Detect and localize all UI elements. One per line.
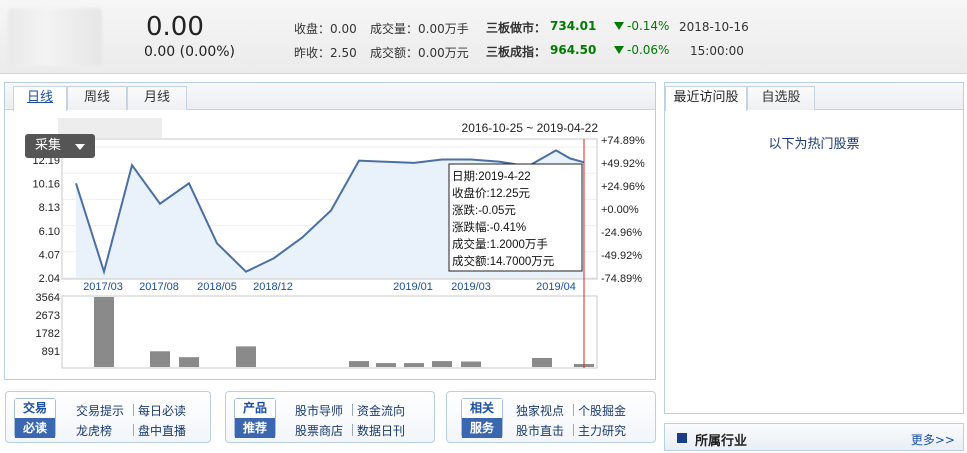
- tooltip-line: 收盘价:12.25元: [452, 186, 530, 200]
- link-separator: [352, 404, 353, 416]
- date-range-label: 2016-10-25 ~ 2019-04-22: [462, 121, 599, 135]
- tooltip-line: 涨跌幅:-0.41%: [452, 220, 526, 234]
- y-axis-label-right: +49.92%: [601, 158, 645, 170]
- volume-axis-label: 891: [42, 346, 60, 358]
- y-axis-label-left: 4.07: [39, 249, 60, 261]
- product-links-box: 产品 推荐 股市导师 资金流向 股票商店 数据日刊: [225, 391, 435, 443]
- volume-bar: [461, 361, 481, 367]
- link-separator: [133, 424, 134, 436]
- link-stock-mentor[interactable]: 股市导师: [295, 402, 343, 419]
- collect-button-label: 采集: [35, 138, 62, 153]
- x-axis-label: 2019/03: [451, 281, 491, 293]
- x-axis-label: 2017/08: [139, 281, 179, 293]
- volume-bar: [150, 351, 170, 367]
- link-separator: [573, 424, 574, 436]
- link-data-daily[interactable]: 数据日刊: [357, 422, 405, 439]
- product-badge-bottom: 推荐: [235, 418, 275, 438]
- link-separator: [573, 404, 574, 416]
- x-axis-label: 2018/12: [253, 281, 293, 293]
- link-stock-mining[interactable]: 个股掘金: [578, 402, 626, 419]
- collect-button[interactable]: 采集: [25, 134, 95, 158]
- x-axis-label: 2017/03: [83, 281, 123, 293]
- service-links-box: 相关 服务 独家视点 个股掘金 股市直击 主力研究: [446, 391, 656, 443]
- link-separator: [352, 424, 353, 436]
- volume-axis-label: 2673: [36, 310, 60, 322]
- tooltip-line: 涨跌:-0.05元: [452, 203, 516, 217]
- y-axis-label-left: 10.16: [32, 179, 60, 191]
- y-axis-label-left: 8.13: [39, 202, 60, 214]
- industry-header: 所属行业 更多>>: [664, 423, 964, 451]
- link-fund-flow[interactable]: 资金流向: [357, 402, 405, 419]
- tooltip-line: 日期:2019-4-22: [452, 170, 531, 183]
- tooltip-line: 成交额:14.7000万元: [452, 254, 555, 268]
- data-tooltip: 日期:2019-4-22 收盘价:12.25元涨跌:-0.05元涨跌幅:-0.41…: [448, 163, 583, 272]
- link-daily-must-read[interactable]: 每日必读: [138, 402, 186, 419]
- volume-bar: [532, 357, 552, 367]
- service-badge-top: 相关: [462, 399, 502, 418]
- y-axis-label-left: 6.10: [39, 226, 60, 238]
- volume-bar: [236, 346, 256, 367]
- link-stock-store[interactable]: 股票商店: [295, 422, 343, 439]
- volume-bar: [376, 363, 396, 367]
- link-trade-tips[interactable]: 交易提示: [76, 402, 124, 419]
- y-axis-label-right: +0.00%: [601, 204, 639, 216]
- link-market-live[interactable]: 股市直击: [516, 422, 564, 439]
- stock-list-panel: 最近访问股 自选股 以下为热门股票: [664, 82, 964, 414]
- volume-bar: [94, 297, 114, 367]
- volume-bar: [404, 363, 424, 367]
- volume-bar: [349, 361, 369, 367]
- y-axis-label-right: -74.89%: [601, 273, 642, 285]
- product-badge-top: 产品: [235, 399, 275, 418]
- y-axis-label-left: 2.04: [39, 273, 60, 285]
- service-badge-bottom: 服务: [462, 418, 502, 438]
- y-axis-label-right: -49.92%: [601, 250, 642, 262]
- x-axis-label: 2018/05: [197, 281, 237, 293]
- trade-links-box: 交易 必读 交易提示 每日必读 龙虎榜 盘中直播: [5, 391, 211, 443]
- volume-bar: [179, 357, 199, 367]
- volume-axis-label: 1782: [36, 328, 60, 340]
- y-axis-label-right: +24.96%: [601, 181, 645, 193]
- trade-badge-bottom: 必读: [15, 418, 55, 438]
- y-axis-label-right: -24.96%: [601, 227, 642, 239]
- more-link[interactable]: 更多>>: [911, 431, 955, 448]
- tab-recent-stocks[interactable]: 最近访问股: [665, 86, 747, 111]
- y-axis-label-right: +74.89%: [601, 135, 645, 147]
- product-badge: 产品 推荐: [234, 398, 276, 438]
- x-axis-label: 2019/04: [536, 281, 576, 293]
- link-dragon-tiger[interactable]: 龙虎榜: [76, 422, 112, 439]
- trade-badge-top: 交易: [15, 399, 55, 418]
- link-main-research[interactable]: 主力研究: [578, 422, 626, 439]
- industry-title: 所属行业: [695, 434, 748, 449]
- square-bullet-icon: [677, 433, 687, 443]
- link-separator: [133, 404, 134, 416]
- trade-badge: 交易 必读: [14, 398, 56, 438]
- stock-list-tabbar: 最近访问股 自选股: [665, 83, 963, 111]
- volume-bar: [432, 361, 452, 367]
- service-badge: 相关 服务: [461, 398, 503, 438]
- volume-plot-frame: [61, 295, 598, 369]
- link-exclusive-view[interactable]: 独家视点: [516, 402, 564, 419]
- hot-stocks-label: 以下为热门股票: [768, 137, 860, 152]
- x-axis-label: 2019/01: [393, 281, 433, 293]
- caret-down-icon: [75, 144, 85, 150]
- link-live-market[interactable]: 盘中直播: [138, 422, 186, 439]
- tooltip-line: 成交量:1.2000万手: [452, 237, 548, 251]
- tab-watchlist[interactable]: 自选股: [747, 86, 815, 110]
- volume-axis-label: 3564: [36, 292, 60, 304]
